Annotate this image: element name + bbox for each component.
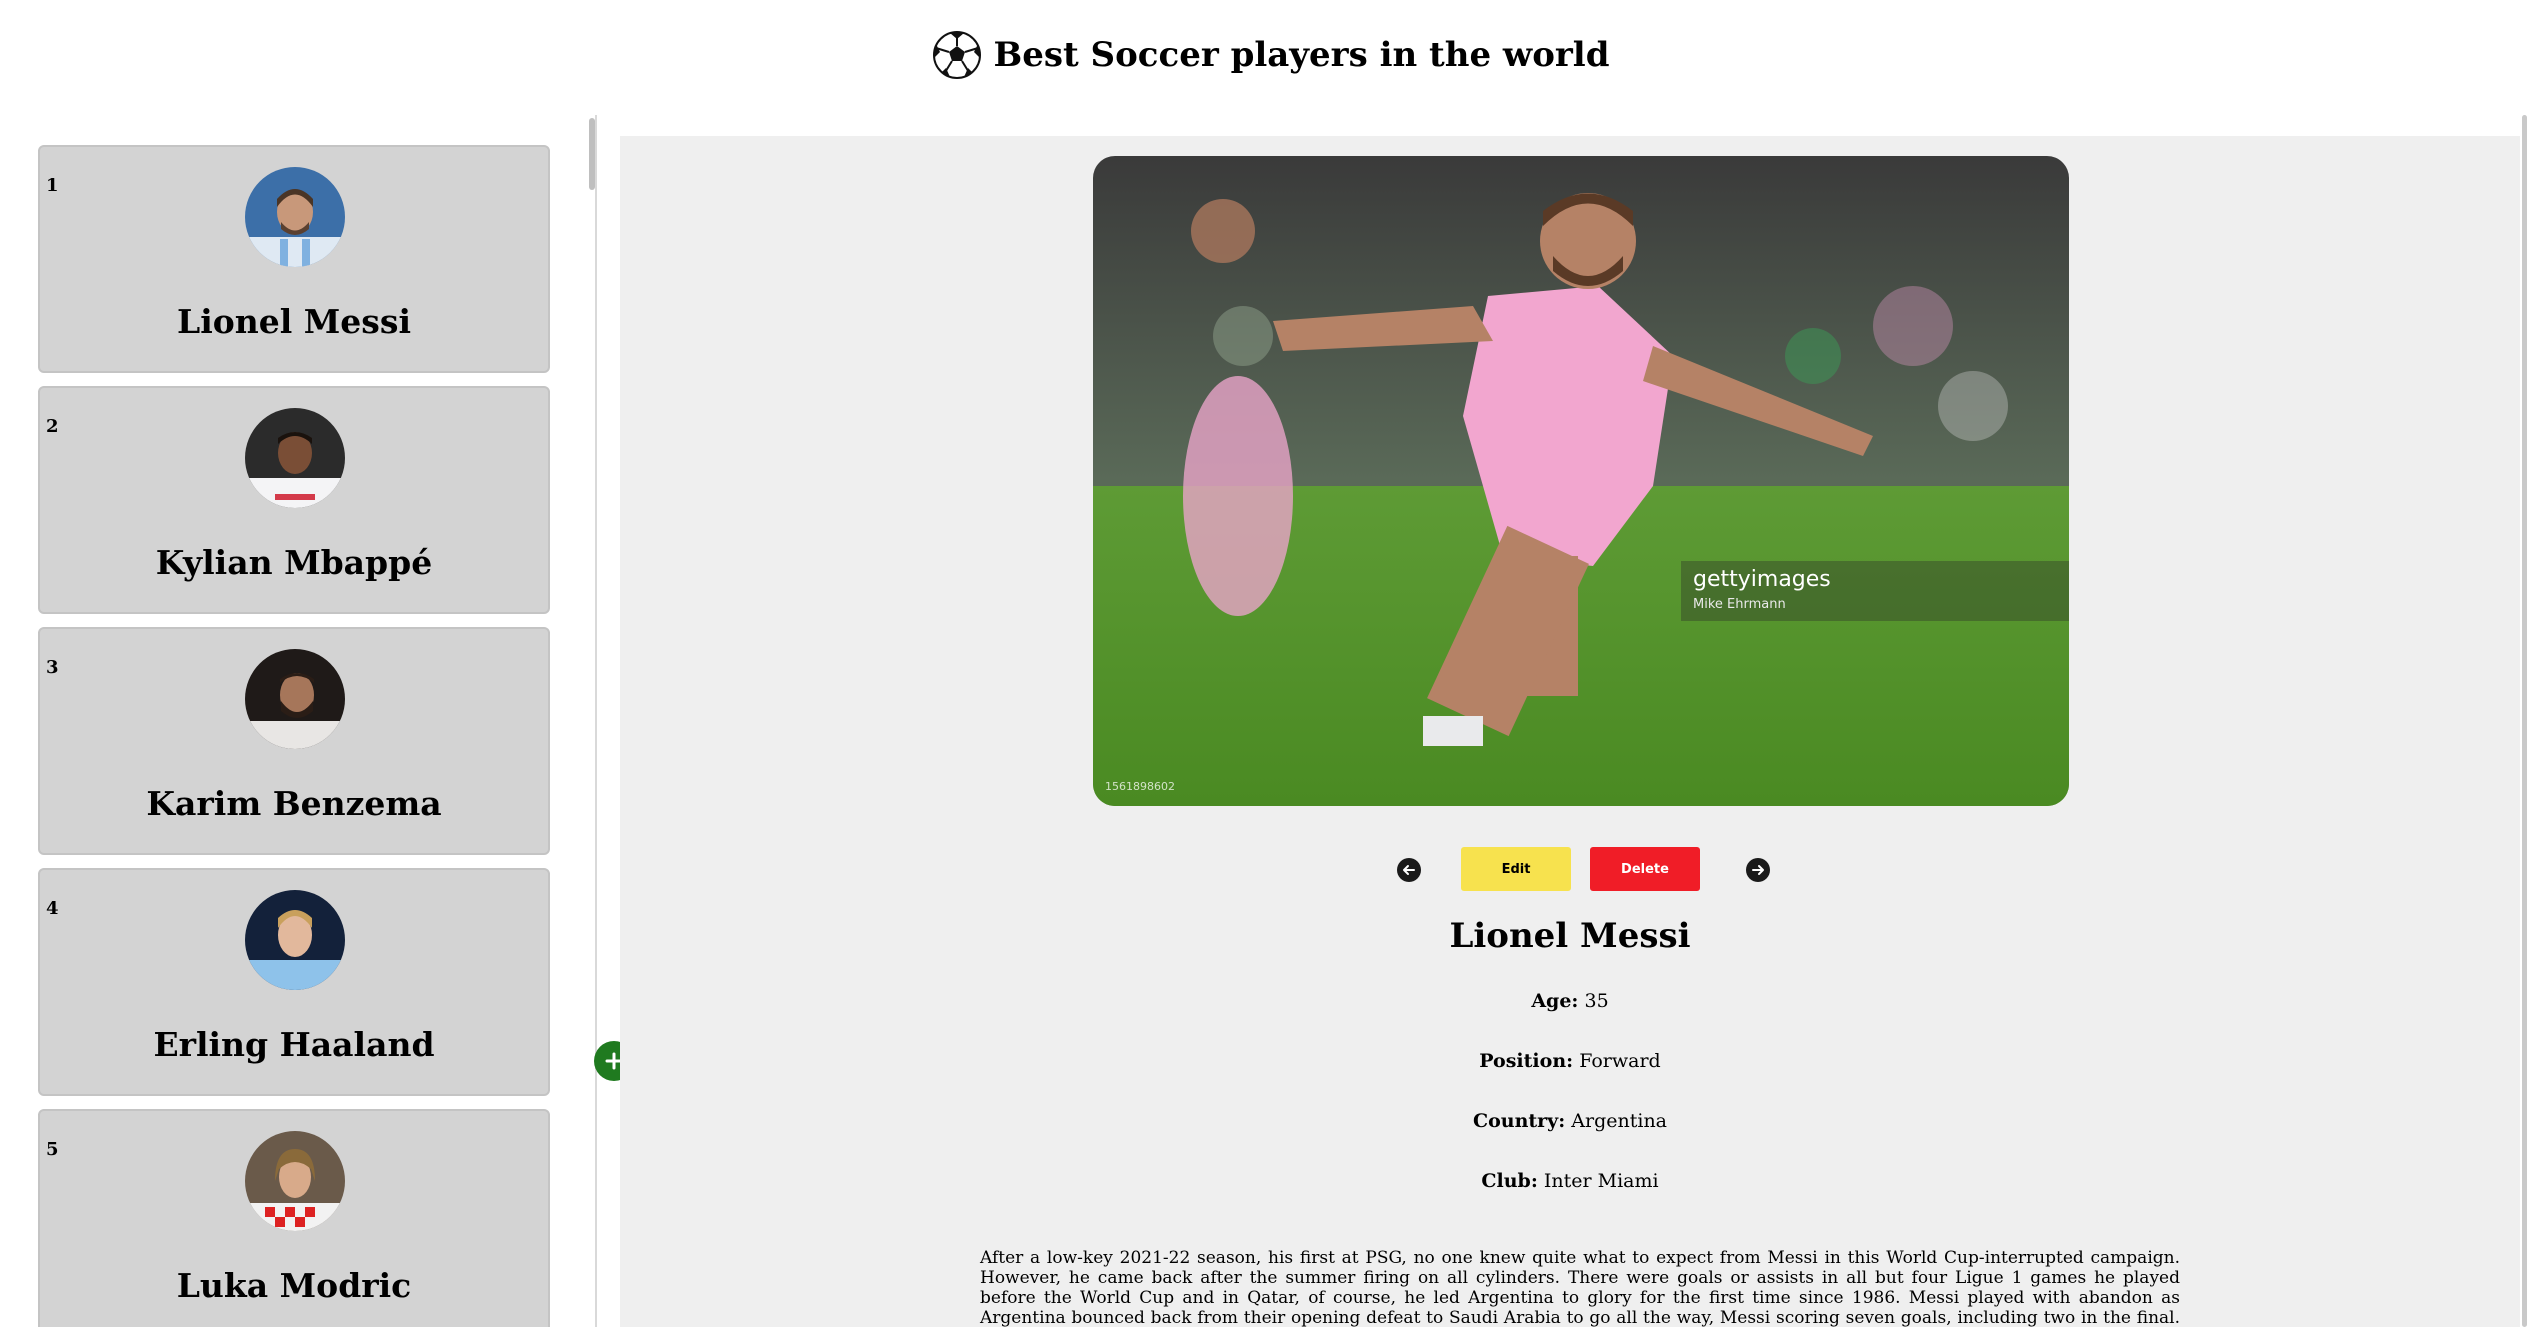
sidebar-scrollbar-track[interactable] [583,115,597,1327]
player-card[interactable]: 4 Erling Haaland [38,868,550,1096]
age-label: Age: [1531,990,1579,1012]
player-detail-panel: gettyimages Mike Ehrmann 1561898602 Edit… [620,136,2520,1327]
player-name: Kylian Mbappé [155,543,433,582]
player-rank: 3 [46,657,59,678]
avatar [245,167,345,267]
age-field: Age: 35 [620,990,2520,1012]
player-rank: 2 [46,416,59,437]
age-value: 35 [1584,990,1609,1012]
position-field: Position: Forward [620,1050,2520,1072]
player-rank: 4 [46,898,59,919]
club-value: Inter Miami [1543,1170,1659,1192]
page-header: Best Soccer players in the world [0,0,2541,110]
getty-watermark: gettyimages Mike Ehrmann [1681,561,2069,621]
watermark-brand: gettyimages [1693,567,1831,592]
avatar [245,649,345,749]
previous-button[interactable] [1397,858,1421,882]
club-label: Club: [1481,1170,1538,1192]
player-card[interactable]: 5 Luka Modric [38,1109,550,1327]
detail-scrollbar[interactable] [2522,115,2527,1327]
player-detail-name: Lionel Messi [1449,916,1691,956]
avatar [245,1131,345,1231]
delete-button[interactable]: Delete [1590,847,1700,891]
image-id: 1561898602 [1105,780,1175,793]
page-title: Best Soccer players in the world [993,35,1610,75]
country-value: Argentina [1571,1110,1668,1132]
avatar [245,890,345,990]
arrow-left-icon [1403,865,1415,875]
player-name: Erling Haaland [153,1025,435,1064]
player-rank: 5 [46,1139,59,1160]
country-field: Country: Argentina [620,1110,2520,1132]
player-list: 1 Lionel Messi 2 Kylian Mbappé 3 Karim B… [38,145,554,1327]
position-label: Position: [1479,1050,1574,1072]
sidebar-scrollbar-thumb[interactable] [589,118,595,190]
position-value: Forward [1579,1050,1661,1072]
country-label: Country: [1472,1110,1566,1132]
watermark-credit: Mike Ehrmann [1693,597,1786,612]
edit-button[interactable]: Edit [1461,847,1571,891]
player-card[interactable]: 1 Lionel Messi [38,145,550,373]
soccer-ball-icon [932,30,982,80]
club-field: Club: Inter Miami [620,1170,2520,1192]
player-name: Karim Benzema [146,784,442,823]
avatar [245,408,345,508]
next-button[interactable] [1746,858,1770,882]
player-photo: gettyimages Mike Ehrmann 1561898602 [1093,156,2069,806]
player-card[interactable]: 3 Karim Benzema [38,627,550,855]
player-bio: After a low-key 2021-22 season, his firs… [980,1248,2180,1327]
player-card[interactable]: 2 Kylian Mbappé [38,386,550,614]
detail-controls: Edit Delete [620,847,2520,891]
player-name: Lionel Messi [177,302,411,341]
player-rank: 1 [46,175,59,196]
player-name: Luka Modric [176,1266,412,1305]
arrow-right-icon [1752,865,1764,875]
